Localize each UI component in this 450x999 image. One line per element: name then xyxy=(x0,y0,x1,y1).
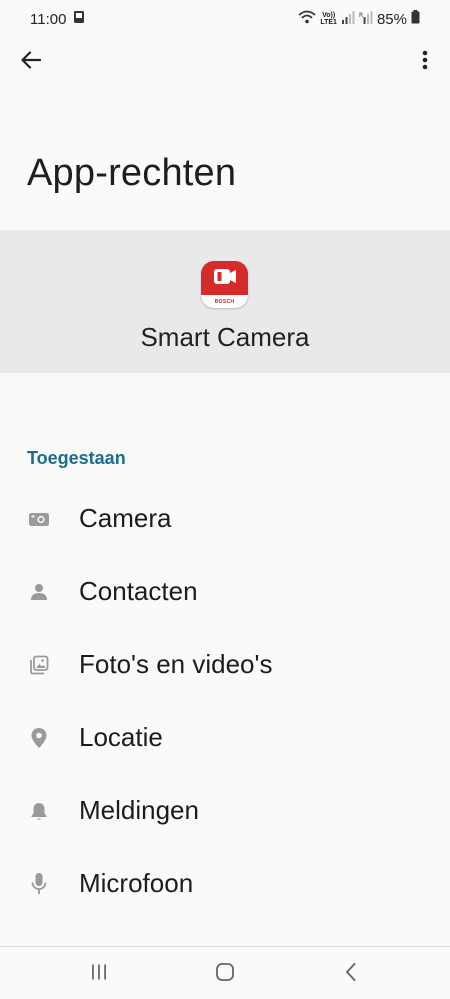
permission-item-microphone[interactable]: Microfoon xyxy=(0,847,450,920)
permission-label: Contacten xyxy=(79,576,198,606)
volte-label: Vo)) xyxy=(322,12,336,19)
signal-roaming-icon: R xyxy=(359,10,373,28)
video-camera-icon xyxy=(214,269,236,284)
photos-icon xyxy=(28,654,50,676)
app-icon-brand-text: BOSCH xyxy=(214,298,235,305)
permission-list: Camera Contacten Foto's en video's Locat… xyxy=(0,482,450,920)
wifi-icon xyxy=(298,10,316,28)
microphone-icon xyxy=(28,872,50,895)
page-title: App-rechten xyxy=(27,152,237,194)
app-info-card: BOSCH Smart Camera xyxy=(0,230,450,373)
permission-label: Meldingen xyxy=(79,795,199,825)
app-icon: BOSCH xyxy=(201,261,248,308)
more-vertical-icon xyxy=(422,50,428,75)
permission-item-camera[interactable]: Camera xyxy=(0,482,450,555)
permission-label: Camera xyxy=(79,503,172,533)
clock: 11:00 xyxy=(30,10,67,28)
bell-icon xyxy=(28,800,50,822)
screenshot-notification-icon xyxy=(72,10,86,28)
permission-item-location[interactable]: Locatie xyxy=(0,701,450,774)
location-pin-icon xyxy=(28,727,50,749)
system-navigation-bar xyxy=(0,946,450,999)
recents-icon xyxy=(90,963,108,986)
app-name: Smart Camera xyxy=(140,322,310,352)
battery-icon xyxy=(411,10,420,28)
arrow-left-icon xyxy=(21,50,42,74)
home-button[interactable] xyxy=(205,961,245,987)
permission-label: Locatie xyxy=(79,722,163,752)
permission-label: Microfoon xyxy=(79,868,194,898)
section-header-allowed: Toegestaan xyxy=(27,448,126,468)
back-chevron-icon xyxy=(344,962,358,987)
nav-back-button[interactable] xyxy=(331,961,371,987)
volte-indicator: Vo)) LTE1 xyxy=(320,12,337,26)
status-bar: 11:00 Vo)) LTE1 R 85% xyxy=(0,0,450,38)
recents-button[interactable] xyxy=(79,961,119,987)
camera-icon xyxy=(28,508,50,530)
person-icon xyxy=(28,581,50,603)
permission-item-notifications[interactable]: Meldingen xyxy=(0,774,450,847)
battery-percentage: 85% xyxy=(376,10,407,28)
permission-label: Foto's en video's xyxy=(79,649,273,679)
lte-label: LTE1 xyxy=(320,19,337,26)
toolbar xyxy=(0,38,450,86)
permission-item-contacts[interactable]: Contacten xyxy=(0,555,450,628)
home-icon xyxy=(215,962,235,987)
signal-icon xyxy=(341,10,355,28)
back-button[interactable] xyxy=(14,48,48,76)
more-options-button[interactable] xyxy=(410,48,440,76)
svg-text:R: R xyxy=(359,12,363,19)
permission-item-photos-videos[interactable]: Foto's en video's xyxy=(0,628,450,701)
